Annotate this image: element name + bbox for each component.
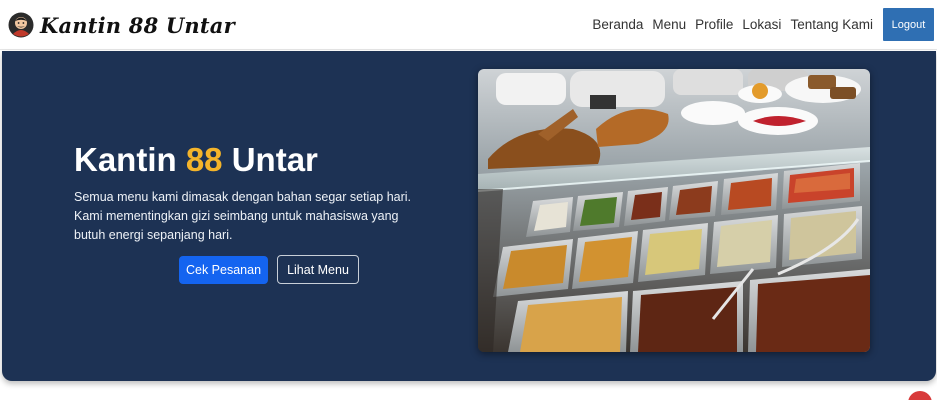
nav-link-menu[interactable]: Menu	[652, 17, 686, 32]
top-navbar: Kantin 88 Untar Beranda Menu Profile Lok…	[0, 0, 937, 50]
floating-chat-button[interactable]	[908, 391, 932, 400]
nav-link-tentang-kami[interactable]: Tentang Kami	[790, 17, 873, 32]
chef-avatar-icon	[8, 12, 34, 38]
logout-button[interactable]: Logout	[883, 8, 934, 41]
nav-link-lokasi[interactable]: Lokasi	[742, 17, 781, 32]
nav-menu: Beranda Menu Profile Lokasi Tentang Kami…	[592, 8, 934, 41]
cek-pesanan-button[interactable]: Cek Pesanan	[179, 256, 268, 284]
hero-title: Kantin 88 Untar	[74, 141, 318, 179]
nav-link-profile[interactable]: Profile	[695, 17, 733, 32]
hero-title-suffix: Untar	[222, 141, 318, 178]
lihat-menu-button[interactable]: Lihat Menu	[277, 255, 359, 284]
brand[interactable]: Kantin 88 Untar	[8, 9, 235, 41]
hero-description: Semua menu kami dimasak dengan bahan seg…	[74, 190, 412, 242]
nav-link-beranda[interactable]: Beranda	[592, 17, 643, 32]
food-display-case-photo	[478, 69, 870, 352]
hero-section: Kantin 88 Untar Semua menu kami dimasak …	[2, 51, 936, 381]
food-display-illustration	[478, 69, 870, 352]
hero-title-accent: 88	[185, 141, 223, 178]
hero-title-prefix: Kantin	[74, 141, 186, 178]
brand-name: Kantin 88 Untar	[40, 12, 235, 38]
